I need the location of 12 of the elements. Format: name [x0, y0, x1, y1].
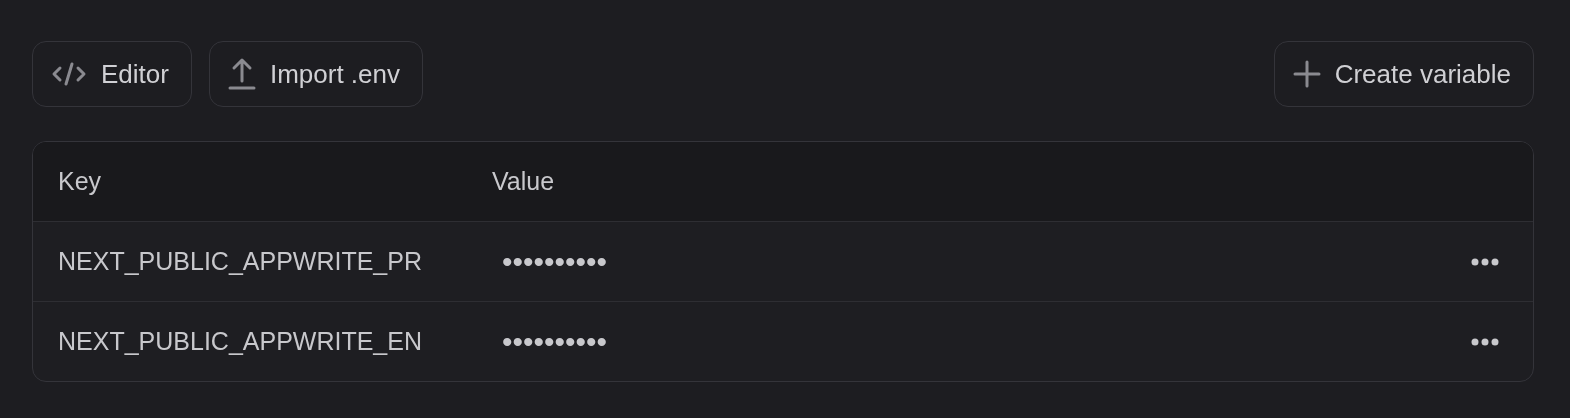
column-header: Value	[491, 167, 556, 196]
upload-icon	[227, 57, 256, 91]
plus-icon	[1292, 60, 1321, 88]
column-header: Key	[57, 167, 103, 196]
masked-value: ••••••••••	[501, 244, 609, 279]
masked-value: ••••••••••	[501, 324, 609, 359]
variable-key: NEXT_PUBLIC_APPWRITE_EN	[33, 327, 482, 356]
create-variable-button[interactable]: Create variable	[1273, 41, 1534, 107]
code-icon	[51, 60, 87, 88]
editor-button[interactable]: Editor	[32, 41, 192, 107]
import-button[interactable]: Import .env	[208, 41, 423, 107]
variable-key: NEXT_PUBLIC_APPWRITE_PR	[33, 247, 482, 276]
